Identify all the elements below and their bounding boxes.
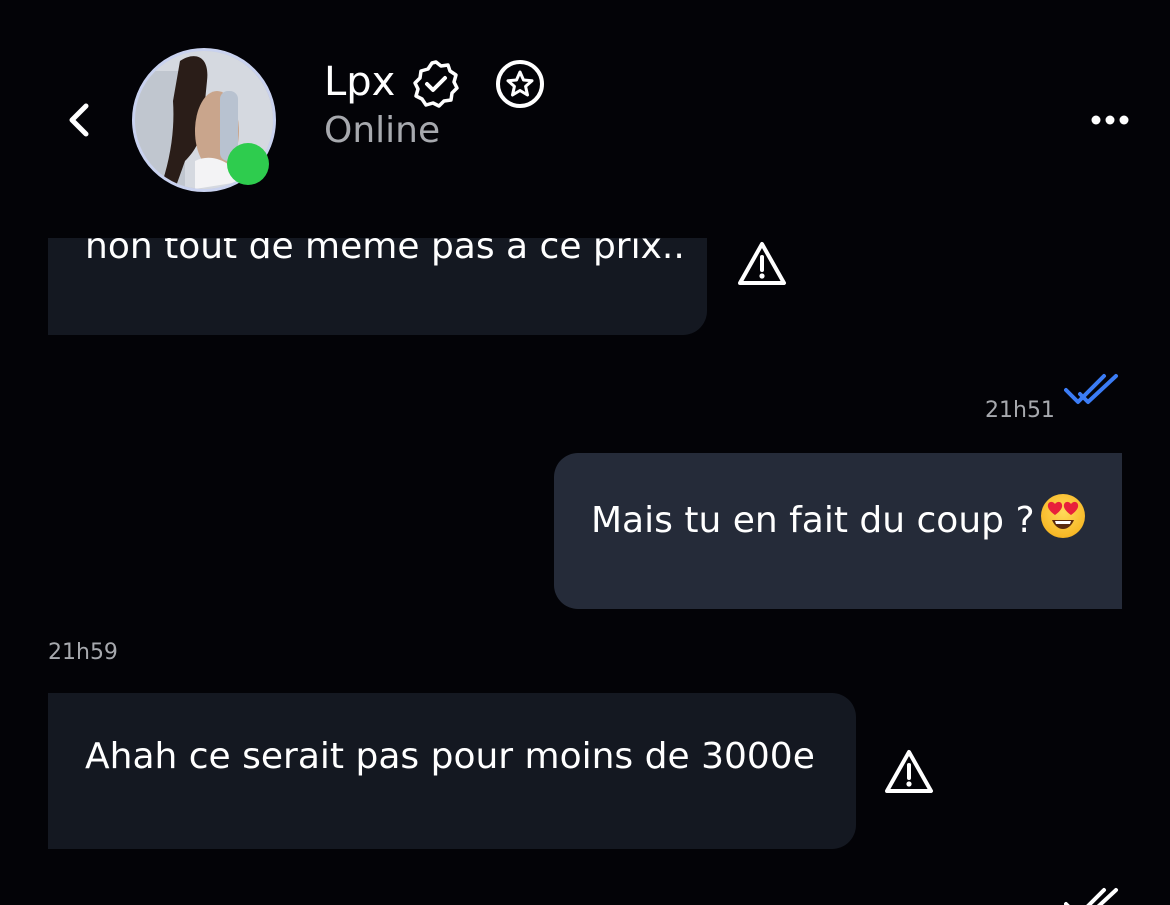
report-button[interactable]	[736, 240, 788, 288]
message-timestamp: 21h51	[985, 398, 1055, 423]
favorite-button[interactable]	[494, 58, 546, 110]
warning-icon	[885, 750, 933, 793]
contact-avatar[interactable]	[132, 48, 276, 192]
double-check-icon	[1064, 888, 1118, 905]
online-status: Online	[324, 110, 441, 151]
star-circle-icon	[496, 60, 544, 108]
report-button[interactable]	[883, 748, 935, 796]
online-indicator	[227, 143, 269, 185]
more-horizontal-icon	[1091, 115, 1129, 125]
chevron-left-icon	[69, 103, 89, 137]
double-check-icon	[1064, 374, 1118, 404]
warning-icon	[738, 242, 786, 285]
verified-badge-icon	[410, 58, 462, 110]
message-text: Mais tu en fait du coup ?	[591, 494, 1085, 544]
contact-name[interactable]: Lpx	[324, 56, 395, 108]
message-list[interactable]: non tout de meme pas a ce prix.. 21h51 M…	[0, 238, 1170, 905]
message-text-content: Mais tu en fait du coup ?	[591, 500, 1035, 541]
message-text: Ahah ce serait pas pour moins de 3000e	[85, 736, 815, 777]
message-text: non tout de meme pas a ce prix..	[85, 238, 685, 267]
heart-eyes-emoji	[1040, 494, 1085, 538]
message-timestamp: 21h59	[48, 640, 118, 665]
more-options-button[interactable]	[1082, 104, 1138, 136]
back-button[interactable]	[62, 100, 98, 140]
